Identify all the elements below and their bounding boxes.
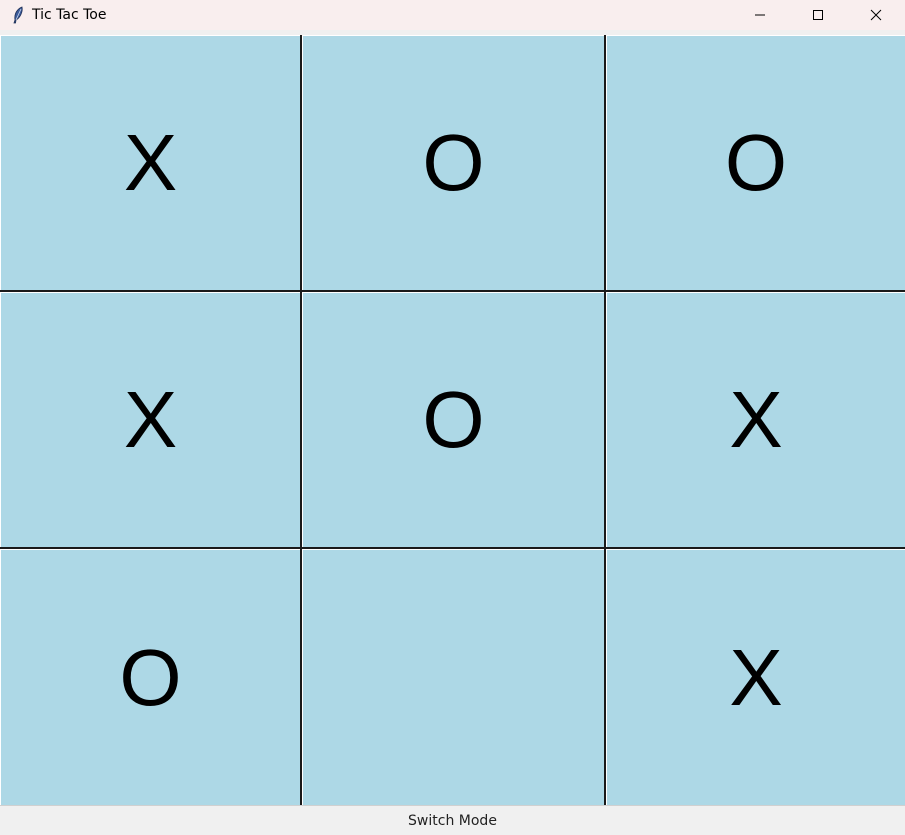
switch-mode-button[interactable]: Switch Mode bbox=[0, 805, 905, 835]
close-icon bbox=[870, 9, 882, 21]
cell-r2-c3[interactable]: X bbox=[606, 292, 905, 547]
maximize-button[interactable] bbox=[789, 0, 847, 30]
close-button[interactable] bbox=[847, 0, 905, 30]
window-title: Tic Tac Toe bbox=[32, 7, 107, 23]
cell-r2-c1[interactable]: X bbox=[0, 292, 300, 547]
feather-icon bbox=[10, 5, 26, 25]
minimize-button[interactable] bbox=[731, 0, 789, 30]
cell-r1-c1[interactable]: X bbox=[0, 35, 300, 290]
cell-r3-c1[interactable]: O bbox=[0, 549, 300, 805]
cell-r2-c2[interactable]: O bbox=[302, 292, 604, 547]
game-board: X O O X O X O X bbox=[0, 35, 905, 805]
window-controls bbox=[731, 0, 905, 30]
cell-r3-c3[interactable]: X bbox=[606, 549, 905, 805]
minimize-icon bbox=[755, 14, 765, 16]
cell-r3-c2[interactable] bbox=[302, 549, 604, 805]
cell-r1-c3[interactable]: O bbox=[606, 35, 905, 290]
title-bar: Tic Tac Toe bbox=[0, 0, 905, 30]
cell-r1-c2[interactable]: O bbox=[302, 35, 604, 290]
maximize-icon bbox=[813, 10, 823, 20]
